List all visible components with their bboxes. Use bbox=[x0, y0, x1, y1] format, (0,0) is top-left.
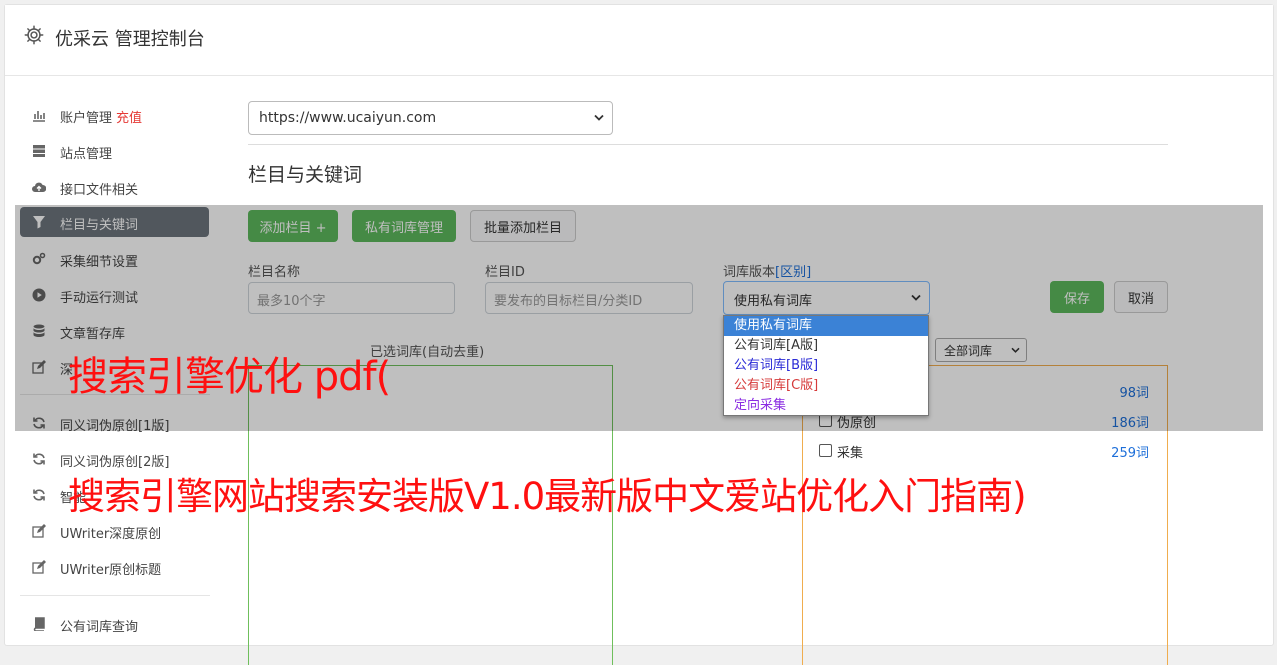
divider-line bbox=[248, 144, 1168, 145]
sidebar-item-label: 公有词库查询 bbox=[60, 620, 139, 635]
sidebar-item-label: UWriter深度原创 bbox=[60, 527, 162, 542]
sidebar-item-label: UWriter原创标题 bbox=[60, 563, 162, 578]
watermark-line-2: 搜索引擎网站搜索安装版V1.0最新版中文爱站优化入门指南) bbox=[68, 475, 1027, 518]
sidebar-item-label: 账户管理 bbox=[60, 111, 113, 126]
edit-icon bbox=[32, 524, 46, 538]
dropdown-option[interactable]: 公有词库[A版] bbox=[724, 336, 928, 356]
library-name: 采集 bbox=[837, 446, 864, 461]
library-version-dropdown[interactable]: 使用私有词库 公有词库[A版] 公有词库[B版] 公有词库[C版] 定向采集 bbox=[723, 315, 929, 416]
header: 优采云 管理控制台 bbox=[5, 5, 1273, 76]
library-row[interactable]: 采集 259词 bbox=[817, 441, 1153, 461]
sidebar-item-account[interactable]: 账户管理 充值 bbox=[20, 100, 209, 130]
sidebar-item-uwriter-deep[interactable]: UWriter深度原创 bbox=[20, 516, 209, 546]
sidebar-divider bbox=[20, 595, 210, 596]
sidebar-item-label: 接口文件相关 bbox=[60, 183, 139, 198]
watermark-line-1: 搜索引擎优化 pdf( bbox=[68, 354, 391, 400]
dropdown-option[interactable]: 使用私有词库 bbox=[724, 316, 928, 336]
app-title: 优采云 管理控制台 bbox=[55, 29, 205, 50]
gear-icon bbox=[24, 25, 44, 45]
sidebar-item-sites[interactable]: 站点管理 bbox=[20, 136, 209, 166]
edit-icon bbox=[32, 560, 46, 574]
section-title: 栏目与关键词 bbox=[248, 164, 363, 186]
site-select-value: https://www.ucaiyun.com bbox=[259, 110, 437, 126]
chevron-down-icon bbox=[594, 114, 604, 121]
server-icon bbox=[33, 145, 45, 157]
sidebar-item-uwriter-title[interactable]: UWriter原创标题 bbox=[20, 552, 209, 582]
sidebar-item-public-lib[interactable]: 公有词库查询 bbox=[20, 609, 209, 639]
book-icon bbox=[33, 617, 45, 631]
library-count: 259词 bbox=[1111, 446, 1149, 461]
bar-chart-icon bbox=[33, 111, 45, 122]
refresh-icon bbox=[33, 489, 45, 501]
cloud-upload-icon bbox=[32, 182, 46, 192]
sidebar-item-label: 站点管理 bbox=[60, 147, 113, 162]
site-select[interactable]: https://www.ucaiyun.com bbox=[248, 101, 613, 135]
refresh-icon bbox=[33, 453, 45, 465]
dropdown-option[interactable]: 公有词库[B版] bbox=[724, 356, 928, 376]
dropdown-option[interactable]: 公有词库[C版] bbox=[724, 376, 928, 396]
recharge-link[interactable]: 充值 bbox=[116, 111, 142, 126]
sidebar-item-interface[interactable]: 接口文件相关 bbox=[20, 172, 209, 202]
library-checkbox[interactable] bbox=[819, 444, 832, 457]
dropdown-option[interactable]: 定向采集 bbox=[724, 396, 928, 416]
